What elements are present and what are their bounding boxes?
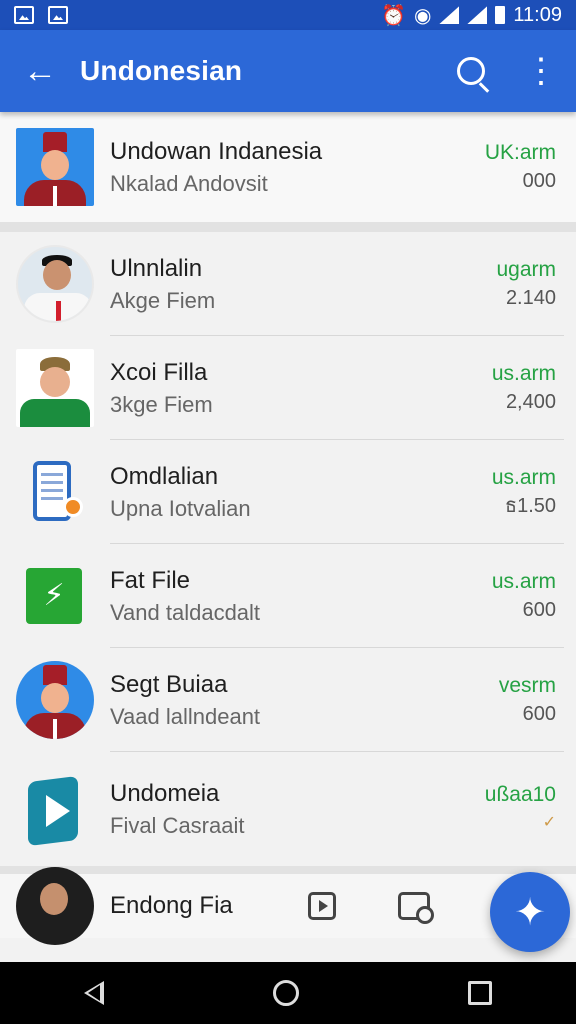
- featured-text: Undowan Indanesia Nkalad Andovsit: [110, 135, 484, 199]
- list-item-title: Segt Buiaa: [110, 671, 228, 698]
- list-item-value: ธ1.50: [504, 495, 556, 517]
- signal-icon: [439, 6, 460, 24]
- video-icon[interactable]: [308, 892, 336, 920]
- navigation-recent-icon[interactable]: [467, 981, 492, 1005]
- more-options-button[interactable]: ⋮: [506, 30, 576, 112]
- list-item-text: Fat File Vand taldacdalt: [110, 564, 484, 628]
- wifi-icon: ◉: [413, 4, 432, 27]
- partial-list-item-text: Endong Fia: [110, 889, 308, 923]
- back-button[interactable]: ←: [0, 30, 80, 112]
- featured-tag: UK:arm: [484, 141, 556, 164]
- list-item-tag: us.arm: [491, 570, 556, 593]
- arrow-back-icon: ←: [23, 51, 57, 90]
- list-item[interactable]: Undomeia Fival Casraait ußaa10 ✓: [0, 752, 576, 866]
- search-button[interactable]: [436, 30, 506, 112]
- dark-person-avatar: [16, 867, 94, 945]
- person-avatar: [16, 661, 94, 739]
- list-item-title: Omdlalian: [110, 463, 219, 490]
- status-notification-icons: [14, 6, 68, 24]
- image-notification-icon: [14, 6, 34, 24]
- list-item-tag: ußaa10: [484, 783, 556, 806]
- list-item-value: 2,400: [505, 391, 556, 413]
- partially-visible-list-item[interactable]: Endong Fia: [0, 866, 576, 945]
- list-item-subtitle: Upna Iotvalian: [110, 496, 251, 521]
- sparkle-icon: ✦: [514, 891, 546, 934]
- navigation-back-icon[interactable]: [84, 981, 105, 1005]
- list-item-tag: us.arm: [491, 362, 556, 385]
- content-list: Undowan Indanesia Nkalad Andovsit UK:arm…: [0, 112, 576, 962]
- list-item-text: Ulnnlalin Akge Fiem: [110, 252, 484, 316]
- list-item[interactable]: Segt Buiaa Vaad lallndeant vesrm 600: [0, 648, 576, 752]
- checkmark-icon: ✓: [542, 814, 556, 831]
- list-item-text: Xcoi Filla 3kge Fiem: [110, 356, 484, 420]
- app-bar: ← Undonesian ⋮: [0, 30, 576, 112]
- list-item-meta: vesrm 600: [484, 672, 576, 728]
- green-app-icon: ⚡: [16, 557, 94, 635]
- featured-avatar: [16, 128, 94, 206]
- list-item[interactable]: ⚡ Fat File Vand taldacdalt us.arm 600: [0, 544, 576, 648]
- scout-avatar: [16, 349, 94, 427]
- list-item-title: Xcoi Filla: [110, 359, 208, 386]
- list-item-title: Undomeia: [110, 780, 220, 807]
- alarm-icon: ⏰: [381, 4, 406, 27]
- app-bar-actions: ⋮: [436, 30, 576, 112]
- list-item-title: Fat File: [110, 567, 191, 594]
- list-item-title: Ulnnlalin: [110, 255, 203, 282]
- list-item-meta: us.arm 2,400: [484, 360, 576, 416]
- list-item-tag: ugarm: [496, 258, 556, 281]
- featured-value: 000: [522, 170, 556, 192]
- list-item-text: Segt Buiaa Vaad lallndeant: [110, 668, 484, 732]
- featured-meta: UK:arm 000: [484, 139, 576, 195]
- list-item[interactable]: Omdlalian Upna Iotvalian us.arm ธ1.50: [0, 440, 576, 544]
- battery-icon: [495, 6, 506, 24]
- list-item-meta: ugarm 2.140: [484, 256, 576, 312]
- list-item-meta: us.arm ธ1.50: [484, 464, 576, 520]
- list-item-meta: ußaa10 ✓: [484, 781, 576, 837]
- play-app-icon: [16, 770, 94, 848]
- list-item-tag: vesrm: [498, 674, 556, 697]
- status-time: 11:09: [513, 3, 562, 26]
- list-item-value: 600: [522, 703, 556, 725]
- list-item-value: 600: [522, 599, 556, 621]
- list-item-subtitle: Fival Casraait: [110, 813, 245, 838]
- partial-list-item-title: Endong Fia: [110, 892, 233, 919]
- status-bar: ⏰ ◉ 11:09: [0, 0, 576, 30]
- list-item-subtitle: Vand taldacdalt: [110, 600, 261, 625]
- list-item-subtitle: Vaad lallndeant: [110, 704, 261, 729]
- featured-list-item[interactable]: Undowan Indanesia Nkalad Andovsit UK:arm…: [0, 112, 576, 232]
- teacher-avatar: [16, 245, 94, 323]
- status-system-icons: ⏰ ◉ 11:09: [381, 3, 562, 28]
- featured-subtitle: Nkalad Andovsit: [110, 171, 268, 196]
- list-item-subtitle: 3kge Fiem: [110, 392, 213, 417]
- system-navigation-bar: [0, 962, 576, 1024]
- featured-title: Undowan Indanesia: [110, 138, 323, 165]
- list-item-text: Omdlalian Upna Iotvalian: [110, 460, 484, 524]
- list-item-subtitle: Akge Fiem: [110, 288, 216, 313]
- list-item-value: 2.140: [505, 287, 556, 309]
- page-title: Undonesian: [80, 55, 243, 86]
- list-item[interactable]: Xcoi Filla 3kge Fiem us.arm 2,400: [0, 336, 576, 440]
- floating-action-button[interactable]: ✦: [490, 872, 570, 952]
- signal-icon: [467, 6, 488, 24]
- list-item-text: Undomeia Fival Casraait: [110, 777, 484, 841]
- photo-search-icon[interactable]: [398, 892, 434, 924]
- navigation-home-icon[interactable]: [272, 980, 299, 1006]
- gallery-notification-icon: [48, 6, 68, 24]
- more-vert-icon: ⋮: [524, 52, 558, 90]
- list-item-meta: us.arm 600: [484, 568, 576, 624]
- list-item-tag: us.arm: [491, 466, 556, 489]
- list-item[interactable]: Ulnnlalin Akge Fiem ugarm 2.140: [0, 232, 576, 336]
- search-icon: [457, 57, 485, 85]
- document-app-icon: [16, 453, 94, 531]
